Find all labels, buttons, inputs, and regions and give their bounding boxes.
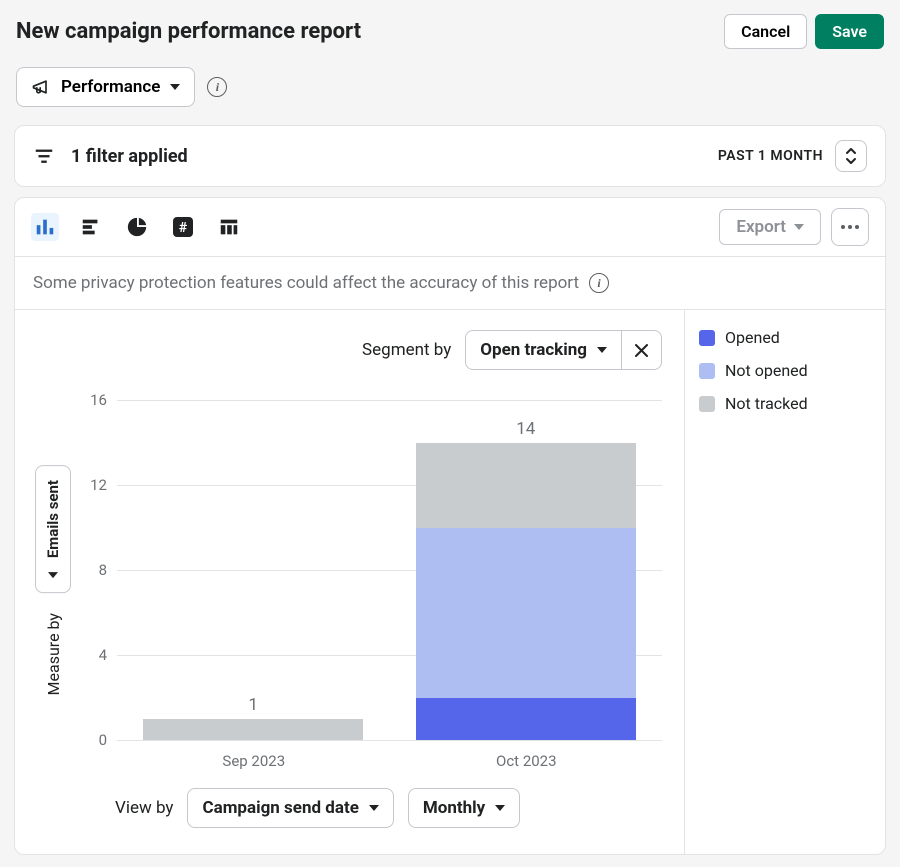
chevron-icon — [48, 572, 58, 578]
filter-icon[interactable] — [33, 145, 55, 167]
legend-item: Opened — [699, 328, 871, 347]
chevron-down-icon — [369, 805, 379, 811]
filter-count-label: 1 filter applied — [71, 146, 188, 167]
x-metric-dropdown[interactable]: Campaign send date — [187, 788, 393, 828]
x-tick-label: Oct 2023 — [496, 752, 557, 770]
x-metric-label: Campaign send date — [202, 798, 358, 818]
chart-type-table-icon[interactable] — [215, 213, 243, 241]
chart-type-hbar-icon[interactable] — [77, 213, 105, 241]
segment-clear-button[interactable] — [621, 331, 661, 369]
date-range-label: PAST 1 MONTH — [718, 148, 823, 164]
info-icon[interactable]: i — [589, 273, 609, 293]
legend-item: Not opened — [699, 361, 871, 380]
y-tick-label: 4 — [77, 646, 107, 664]
bar-segment — [143, 719, 363, 740]
x-tick-label: Sep 2023 — [222, 752, 285, 770]
bar-column: 1 — [143, 695, 363, 740]
more-actions-button[interactable] — [831, 208, 869, 246]
measure-by-label: Measure by — [44, 613, 63, 695]
legend-swatch — [699, 363, 715, 379]
chart-type-pie-icon[interactable] — [123, 213, 151, 241]
view-by-label: View by — [115, 798, 173, 818]
export-label: Export — [736, 217, 786, 237]
svg-text:#: # — [179, 220, 188, 236]
segment-by-value: Open tracking — [480, 340, 587, 360]
segment-by-dropdown[interactable]: Open tracking — [466, 331, 621, 369]
bar-segment — [416, 698, 636, 741]
bar-column: 14 — [416, 419, 636, 741]
legend-swatch — [699, 330, 715, 346]
chevron-down-icon — [794, 224, 804, 230]
bar-total-label: 1 — [248, 695, 258, 715]
legend-label: Not opened — [725, 361, 808, 380]
legend-swatch — [699, 396, 715, 412]
bar-chart: 0 4 8 12 16 1 14 Sep 2023 Oct 2023 — [77, 390, 672, 770]
cancel-button[interactable]: Cancel — [724, 14, 807, 49]
chevron-down-icon — [597, 347, 607, 353]
y-tick-label: 8 — [77, 561, 107, 579]
y-tick-label: 16 — [77, 391, 107, 409]
bar-segment — [416, 528, 636, 698]
chart-type-bar-icon[interactable] — [31, 213, 59, 241]
chevron-down-icon — [170, 84, 180, 90]
chart-type-number-icon[interactable]: # — [169, 213, 197, 241]
page-title: New campaign performance report — [16, 19, 361, 44]
granularity-label: Monthly — [423, 798, 485, 818]
report-type-dropdown[interactable]: Performance — [16, 67, 195, 107]
megaphone-icon — [31, 77, 51, 97]
privacy-notice-text: Some privacy protection features could a… — [33, 273, 579, 293]
save-button[interactable]: Save — [815, 14, 884, 49]
info-icon[interactable]: i — [207, 77, 227, 97]
export-button[interactable]: Export — [719, 209, 821, 245]
chevron-down-icon — [495, 805, 505, 811]
bar-segment — [416, 443, 636, 528]
chart-legend: Opened Not opened Not tracked — [685, 310, 885, 854]
y-metric-label: Emails sent — [44, 480, 62, 558]
granularity-dropdown[interactable]: Monthly — [408, 788, 520, 828]
y-metric-dropdown[interactable]: Emails sent — [35, 465, 71, 593]
report-type-label: Performance — [61, 77, 160, 97]
date-range-stepper[interactable] — [835, 140, 867, 172]
legend-item: Not tracked — [699, 394, 871, 413]
y-tick-label: 12 — [77, 476, 107, 494]
segment-by-label: Segment by — [362, 340, 451, 360]
y-tick-label: 0 — [77, 731, 107, 749]
bar-total-label: 14 — [516, 419, 535, 439]
legend-label: Not tracked — [725, 394, 808, 413]
legend-label: Opened — [725, 328, 780, 347]
